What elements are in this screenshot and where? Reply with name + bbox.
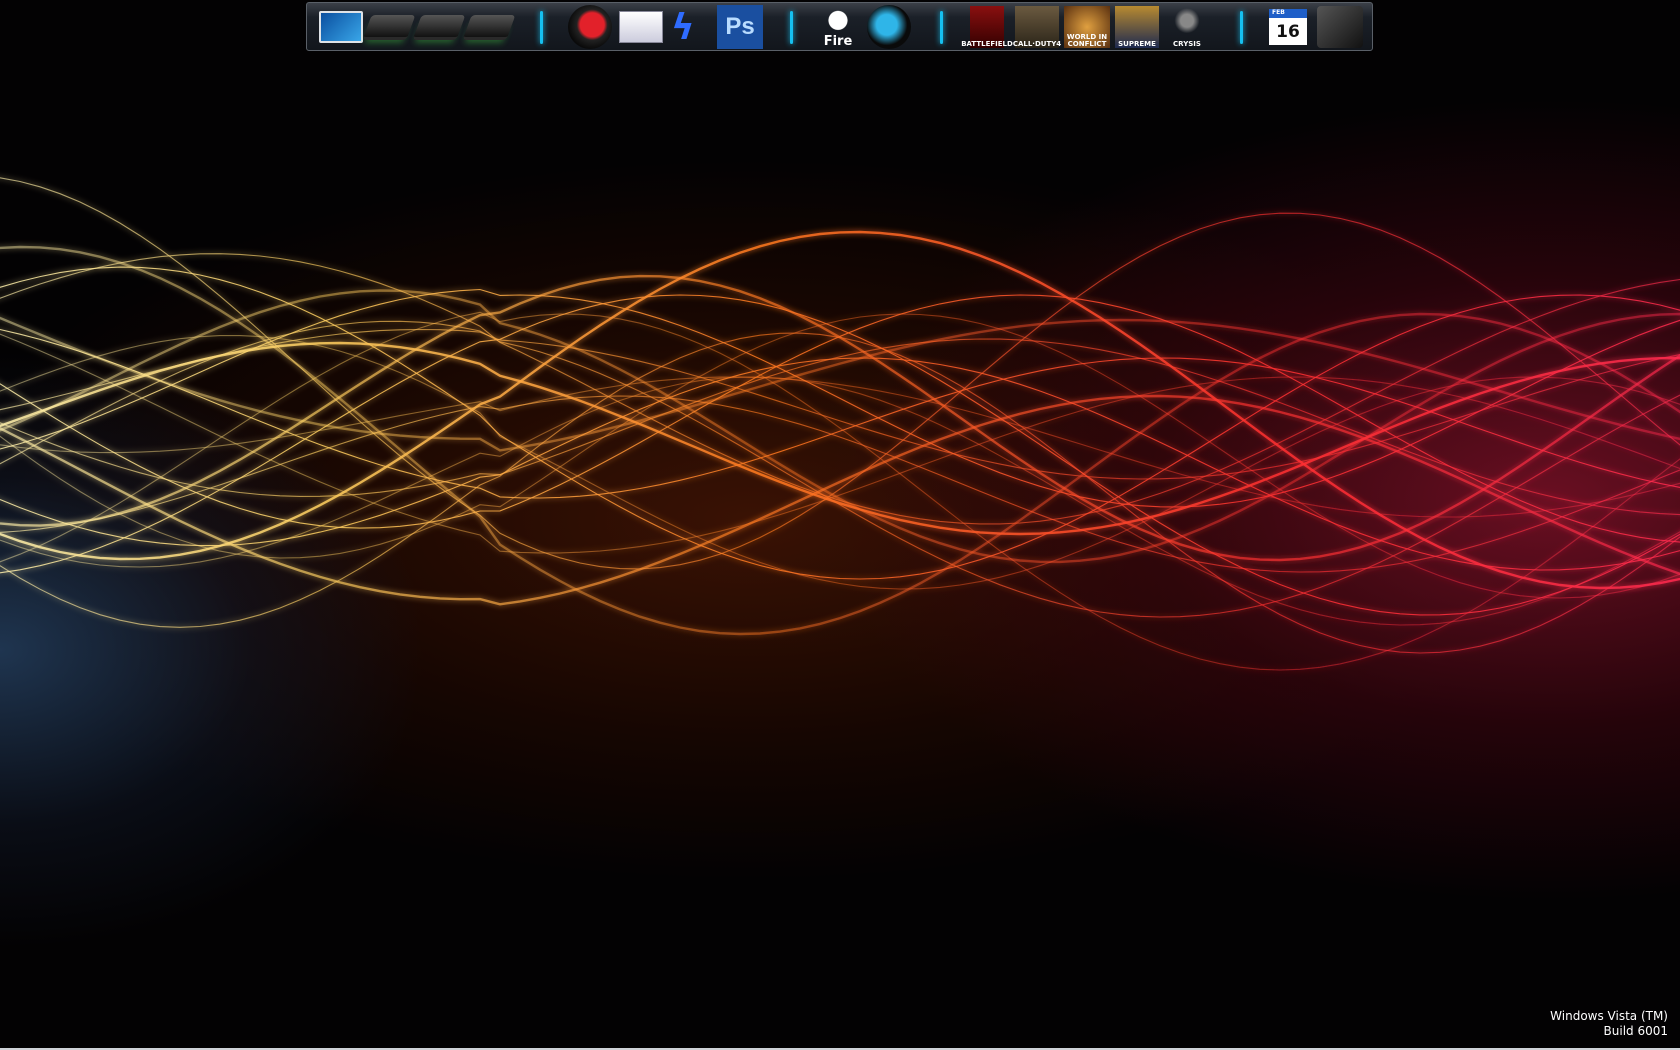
dock-separator xyxy=(790,11,793,44)
dock-separator xyxy=(940,11,943,44)
wave-line xyxy=(0,332,1680,654)
supreme-commander-icon[interactable]: SUPREME xyxy=(1115,6,1159,48)
firefox-icon[interactable] xyxy=(568,5,612,49)
wave-line xyxy=(0,311,1680,671)
wave-line xyxy=(0,177,1680,570)
photoshop-icon[interactable]: Ps xyxy=(717,5,763,49)
drive-d-icon[interactable] xyxy=(412,6,466,48)
xfire-label: Fire xyxy=(823,34,853,49)
wave-line xyxy=(0,328,1680,480)
world-in-conflict-icon[interactable]: WORLD IN CONFLICT xyxy=(1064,6,1110,48)
wallpaper-waves xyxy=(0,177,1680,671)
dock-separator xyxy=(540,11,543,44)
wave-line xyxy=(0,395,1680,573)
mail-sync-icon[interactable] xyxy=(619,6,663,48)
windows-watermark: Windows Vista (TM) Build 6001 xyxy=(1550,1009,1668,1039)
xfire-icon[interactable]: Fire xyxy=(815,5,861,49)
battlefield2-icon[interactable]: BATTLEFIELD xyxy=(961,6,1013,48)
watermark-build: Build 6001 xyxy=(1603,1024,1668,1038)
dock-separator xyxy=(1240,11,1243,44)
calendar-icon[interactable]: FEB 16 xyxy=(1269,6,1307,48)
wave-line xyxy=(0,245,1680,636)
lightning-icon[interactable]: ϟ xyxy=(671,6,695,48)
call-of-duty-4-icon[interactable]: CALL·DUTY4 xyxy=(1013,6,1061,48)
computer-icon[interactable] xyxy=(319,6,363,48)
ventrilo-icon[interactable] xyxy=(867,5,911,49)
crysis-icon[interactable]: CRYSIS xyxy=(1164,6,1210,48)
wave-line xyxy=(0,335,1680,590)
recycle-bin-icon[interactable] xyxy=(1317,6,1363,48)
dock-bar: ϟ Ps Fire BATTLEFIELD CALL·DUTY4 WORLD I… xyxy=(306,2,1373,51)
watermark-version: Windows Vista (TM) xyxy=(1550,1009,1668,1023)
drive-c-icon[interactable] xyxy=(362,6,416,48)
drive-e-icon[interactable] xyxy=(462,6,516,48)
wave-line xyxy=(0,320,1680,618)
